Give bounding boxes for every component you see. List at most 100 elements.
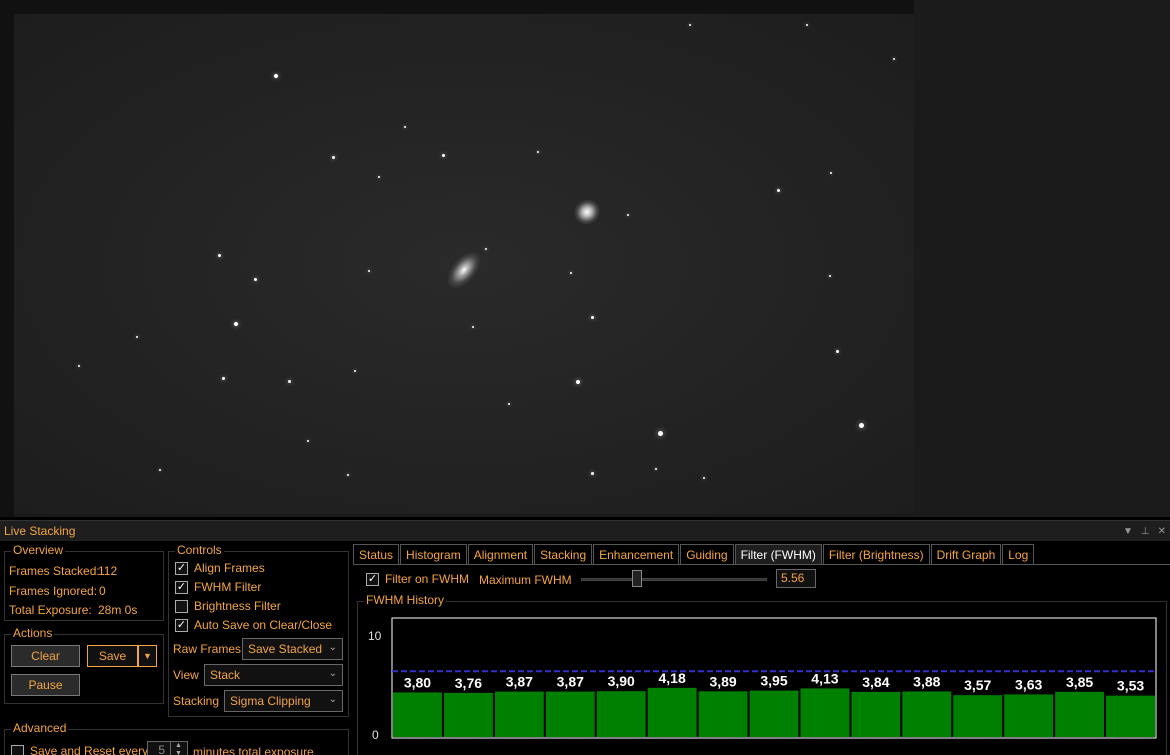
stepper-arrows-icon[interactable]: ▲ ▼ bbox=[170, 742, 186, 755]
align-frames-box[interactable]: ✓ bbox=[175, 561, 188, 575]
star bbox=[332, 156, 335, 159]
panel-title: Live Stacking bbox=[4, 524, 76, 538]
filter-on-fwhm-box[interactable]: ✓ bbox=[366, 572, 379, 586]
y-tick-label: 0 bbox=[372, 728, 379, 742]
save-reset-stepper[interactable]: 5 ▲ ▼ bbox=[147, 741, 188, 755]
star bbox=[222, 377, 225, 380]
maximum-fwhm-input[interactable]: 5.56 bbox=[776, 569, 816, 588]
save-reset-value: 5 bbox=[158, 743, 165, 755]
save-reset-checkbox[interactable]: Save and Reset every bbox=[11, 744, 148, 755]
filter-on-fwhm-label: Filter on FWHM bbox=[385, 572, 469, 586]
star bbox=[576, 380, 580, 384]
auto-save-box[interactable]: ✓ bbox=[175, 618, 188, 632]
brightness-filter-box[interactable] bbox=[175, 599, 188, 613]
auto-save-label: Auto Save on Clear/Close bbox=[194, 618, 333, 632]
stacking-value: Sigma Clipping bbox=[230, 694, 311, 708]
star bbox=[893, 58, 895, 60]
fwhm-bar-label: 3,87 bbox=[506, 674, 533, 690]
fwhm-history-group: FWHM History 10 0 3,80 3,76 3,87 3,87 3,90 4,18… bbox=[357, 593, 1167, 755]
star bbox=[136, 336, 138, 338]
controls-title: Controls bbox=[175, 543, 224, 557]
star bbox=[829, 275, 831, 277]
tab-filter-brightness[interactable]: Filter (Brightness) bbox=[822, 544, 930, 564]
star bbox=[591, 472, 594, 475]
star bbox=[655, 468, 657, 470]
fwhm-filter-label: FWHM Filter bbox=[194, 580, 262, 594]
controls-group: Controls ✓ Align Frames ✓ FWHM Filter Br… bbox=[168, 543, 349, 717]
save-reset-box[interactable] bbox=[11, 744, 24, 755]
filter-on-fwhm-checkbox[interactable]: ✓ Filter on FWHM bbox=[366, 572, 469, 586]
star bbox=[806, 24, 808, 26]
star bbox=[689, 24, 691, 26]
raw-frames-select[interactable]: Save Stacked ⌄ bbox=[242, 638, 343, 660]
y-tick-label: 10 bbox=[368, 629, 382, 643]
fwhm-bar-label: 3,57 bbox=[964, 677, 991, 693]
fwhm-filter-box[interactable]: ✓ bbox=[175, 580, 188, 594]
tab-log[interactable]: Log bbox=[1002, 544, 1035, 564]
panel-window-controls: ▼ ⊥ ✕ bbox=[1123, 526, 1166, 537]
viewer-empty-area bbox=[914, 0, 1170, 517]
fwhm-bar-label: 3,85 bbox=[1066, 674, 1093, 690]
view-value: Stack bbox=[210, 668, 241, 682]
viewer-top-edge bbox=[0, 0, 914, 14]
maximum-fwhm-slider[interactable] bbox=[581, 578, 767, 581]
actions-title: Actions bbox=[11, 626, 55, 640]
star bbox=[307, 440, 309, 442]
auto-save-checkbox[interactable]: ✓ Auto Save on Clear/Close bbox=[175, 618, 332, 632]
frames-ignored-label: Frames Ignored: bbox=[9, 584, 98, 598]
tab-filter-fwhm[interactable]: Filter (FWHM) bbox=[734, 544, 822, 564]
fwhm-bar bbox=[953, 695, 1003, 737]
image-viewer[interactable] bbox=[0, 0, 1170, 517]
star bbox=[368, 270, 370, 272]
fwhm-bar-label: 3,80 bbox=[404, 674, 431, 690]
tab-alignment[interactable]: Alignment bbox=[467, 544, 534, 564]
star bbox=[378, 176, 380, 178]
tab-status[interactable]: Status bbox=[353, 544, 400, 564]
align-frames-checkbox[interactable]: ✓ Align Frames bbox=[175, 561, 265, 575]
dropdown-icon[interactable]: ▼ bbox=[1123, 526, 1133, 537]
star bbox=[836, 350, 839, 353]
brightness-filter-checkbox[interactable]: Brightness Filter bbox=[175, 599, 281, 613]
fwhm-bar bbox=[596, 691, 646, 737]
stacking-select[interactable]: Sigma Clipping ⌄ bbox=[224, 690, 343, 712]
fwhm-bar bbox=[494, 691, 544, 737]
pin-icon[interactable]: ⊥ bbox=[1141, 526, 1150, 537]
overview-title: Overview bbox=[11, 543, 66, 557]
pause-button[interactable]: Pause bbox=[11, 674, 80, 696]
tab-enhancement[interactable]: Enhancement bbox=[593, 544, 680, 564]
stacked-image[interactable] bbox=[14, 14, 914, 514]
fwhm-bar-label: 3,53 bbox=[1117, 678, 1144, 694]
stacking-label: Stacking bbox=[173, 694, 220, 708]
star bbox=[288, 380, 291, 383]
star bbox=[78, 365, 80, 367]
star bbox=[347, 474, 349, 476]
tab-histogram[interactable]: Histogram bbox=[400, 544, 467, 564]
tab-drift-graph[interactable]: Drift Graph bbox=[930, 544, 1002, 564]
galaxy bbox=[569, 194, 605, 230]
save-reset-label: Save and Reset every bbox=[30, 744, 149, 755]
chevron-down-icon: ⌄ bbox=[328, 668, 337, 679]
slider-thumb[interactable] bbox=[631, 570, 642, 587]
tab-guiding[interactable]: Guiding bbox=[680, 544, 734, 564]
star bbox=[627, 214, 629, 216]
panel-header: Live Stacking ▼ ⊥ ✕ bbox=[0, 521, 1170, 541]
star bbox=[570, 272, 572, 274]
clear-button[interactable]: Clear bbox=[11, 645, 80, 667]
fwhm-bar-label: 3,88 bbox=[913, 673, 940, 689]
save-dropdown-button[interactable]: ▼ bbox=[138, 645, 157, 667]
star bbox=[658, 431, 663, 436]
advanced-title: Advanced bbox=[11, 721, 69, 735]
total-exposure-label: Total Exposure: bbox=[9, 603, 92, 617]
save-button[interactable]: Save bbox=[87, 645, 138, 667]
tab-stacking[interactable]: Stacking bbox=[534, 544, 593, 564]
star bbox=[442, 154, 445, 157]
fwhm-filter-checkbox[interactable]: ✓ FWHM Filter bbox=[175, 580, 261, 594]
view-select[interactable]: Stack ⌄ bbox=[204, 664, 343, 686]
frames-ignored-value: 0 bbox=[99, 584, 106, 598]
close-icon[interactable]: ✕ bbox=[1158, 526, 1166, 537]
fwhm-bar bbox=[1055, 691, 1105, 737]
galaxy bbox=[440, 245, 488, 295]
brightness-filter-label: Brightness Filter bbox=[194, 599, 281, 613]
fwhm-bar bbox=[800, 688, 850, 737]
star bbox=[234, 322, 238, 326]
